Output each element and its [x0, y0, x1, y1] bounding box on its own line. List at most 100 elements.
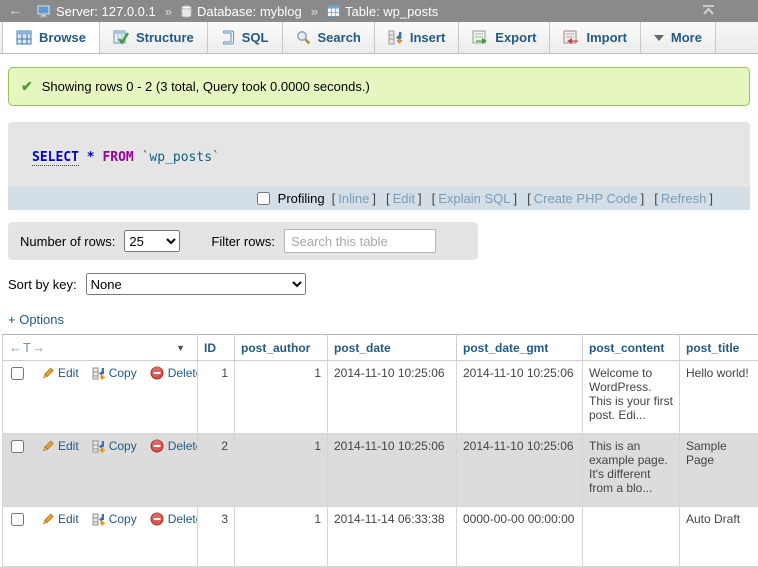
filter-rows-label: Filter rows:: [211, 234, 275, 249]
delete-icon: [150, 366, 164, 380]
sort-row: Sort by key: None: [8, 273, 758, 295]
breadcrumb-database[interactable]: Database: myblog: [197, 4, 302, 19]
display-direction-toggle[interactable]: ←T→: [9, 340, 46, 355]
tab-sql[interactable]: SQL: [208, 22, 283, 53]
edit-row-action[interactable]: Edit: [41, 512, 79, 526]
tab-export[interactable]: Export: [459, 22, 550, 53]
tab-search[interactable]: Search: [283, 22, 375, 53]
delete-link[interactable]: Delete: [168, 439, 198, 453]
create-php-code-link[interactable]: Create PHP Code: [534, 191, 638, 206]
delete-row-action[interactable]: Delete: [150, 512, 198, 526]
delete-link[interactable]: Delete: [168, 366, 198, 380]
edit-link[interactable]: Edit: [58, 512, 79, 526]
breadcrumb-table[interactable]: Table: wp_posts: [345, 4, 438, 19]
column-header-post-date-gmt[interactable]: post_date_gmt: [457, 335, 583, 361]
cell-id: 3: [198, 507, 235, 567]
breadcrumb-server[interactable]: Server: 127.0.0.1: [56, 4, 156, 19]
edit-row-action[interactable]: Edit: [41, 366, 79, 380]
cell-post-date: 2014-11-14 06:33:38: [328, 507, 457, 567]
delete-link[interactable]: Delete: [168, 512, 198, 526]
sql-keyword-select-link[interactable]: SELECT: [32, 150, 79, 166]
cell-id: 1: [198, 361, 235, 434]
edit-query-link[interactable]: Edit: [393, 191, 415, 206]
column-header-post-author[interactable]: post_author: [235, 335, 328, 361]
bracket: [: [527, 191, 531, 206]
tab-label: Browse: [39, 30, 86, 45]
row-checkbox[interactable]: [11, 513, 24, 526]
bracket: ]: [641, 191, 645, 206]
number-of-rows-select[interactable]: 25: [124, 230, 180, 252]
copy-row-action[interactable]: Copy: [92, 512, 137, 526]
delete-row-action[interactable]: Delete: [150, 366, 198, 380]
success-message-text: Showing rows 0 - 2 (3 total, Query took …: [42, 79, 370, 94]
cell-post-date-gmt: 0000-00-00 00:00:00: [457, 507, 583, 567]
cell-id: 2: [198, 434, 235, 507]
profiling-checkbox[interactable]: [257, 192, 270, 205]
filter-rows-input[interactable]: [284, 229, 436, 253]
pencil-icon: [41, 440, 54, 453]
copy-link[interactable]: Copy: [109, 512, 137, 526]
row-actions-cell: Edit Copy Delete: [3, 507, 198, 567]
insert-icon: [388, 30, 403, 45]
column-header-post-date[interactable]: post_date: [328, 335, 457, 361]
bracket: [: [386, 191, 390, 206]
row-actions-cell: Edit Copy Delete: [3, 434, 198, 507]
edit-row-action[interactable]: Edit: [41, 439, 79, 453]
cell-post-author: 1: [235, 361, 328, 434]
edit-link[interactable]: Edit: [58, 366, 79, 380]
options-toggle-link[interactable]: + Options: [8, 312, 64, 327]
copy-link[interactable]: Copy: [109, 439, 137, 453]
explain-sql-link[interactable]: Explain SQL: [438, 191, 510, 206]
results-table: ←T→ ▼ ID post_author post_date post_date…: [2, 334, 758, 567]
sql-keyword-from: FROM: [102, 150, 133, 165]
cell-post-author: 1: [235, 434, 328, 507]
cell-post-date-gmt: 2014-11-10 10:25:06: [457, 361, 583, 434]
delete-icon: [150, 512, 164, 526]
refresh-link[interactable]: Refresh: [661, 191, 707, 206]
scroll-to-top-icon[interactable]: [701, 3, 716, 20]
edit-link[interactable]: Edit: [58, 439, 79, 453]
sort-by-key-select[interactable]: None: [86, 273, 306, 295]
sql-query-box: SELECT * FROM `wp_posts`: [8, 122, 750, 187]
success-check-icon: ✔: [21, 78, 33, 95]
back-arrow-icon[interactable]: ←: [0, 0, 37, 22]
pencil-icon: [41, 367, 54, 380]
query-section: SELECT * FROM `wp_posts` Profiling [Inli…: [8, 122, 750, 210]
copy-link[interactable]: Copy: [109, 366, 137, 380]
cell-post-title: Auto Draft: [680, 507, 758, 567]
cell-post-content: [583, 507, 680, 567]
delete-row-action[interactable]: Delete: [150, 439, 198, 453]
bracket: [: [332, 191, 336, 206]
pencil-icon: [41, 513, 54, 526]
table-icon: [327, 5, 340, 17]
server-icon: [37, 5, 51, 18]
breadcrumb-separator: »: [165, 4, 172, 19]
tab-more[interactable]: More: [641, 22, 716, 53]
tab-label: Search: [318, 30, 361, 45]
bracket: ]: [418, 191, 422, 206]
bracket: [: [432, 191, 436, 206]
with-selected-dropdown-icon[interactable]: ▼: [176, 343, 185, 353]
copy-row-action[interactable]: Copy: [92, 439, 137, 453]
bracket: ]: [709, 191, 713, 206]
row-checkbox[interactable]: [11, 440, 24, 453]
column-header-post-content[interactable]: post_content: [583, 335, 680, 361]
row-checkbox[interactable]: [11, 367, 24, 380]
number-of-rows-label: Number of rows:: [20, 234, 115, 249]
row-actions-cell: Edit Copy Delete: [3, 361, 198, 434]
column-header-id[interactable]: ID: [198, 335, 235, 361]
cell-post-title: Hello world!: [680, 361, 758, 434]
table-row: Edit Copy Delete 1 1 2014-11-10 10:25:06…: [3, 361, 758, 434]
copy-row-action[interactable]: Copy: [92, 366, 137, 380]
tab-import[interactable]: Import: [550, 22, 640, 53]
tab-browse[interactable]: Browse: [2, 22, 100, 53]
query-link-inline: [Inline]: [329, 191, 379, 206]
inline-link[interactable]: Inline: [338, 191, 369, 206]
cell-post-title: Sample Page: [680, 434, 758, 507]
table-row: Edit Copy Delete 2 1 2014-11-10 10:25:06…: [3, 434, 758, 507]
tab-structure[interactable]: Structure: [100, 22, 208, 53]
cell-post-date: 2014-11-10 10:25:06: [328, 361, 457, 434]
bracket: ]: [514, 191, 518, 206]
column-header-post-title[interactable]: post_title: [680, 335, 758, 361]
tab-insert[interactable]: Insert: [375, 22, 459, 53]
